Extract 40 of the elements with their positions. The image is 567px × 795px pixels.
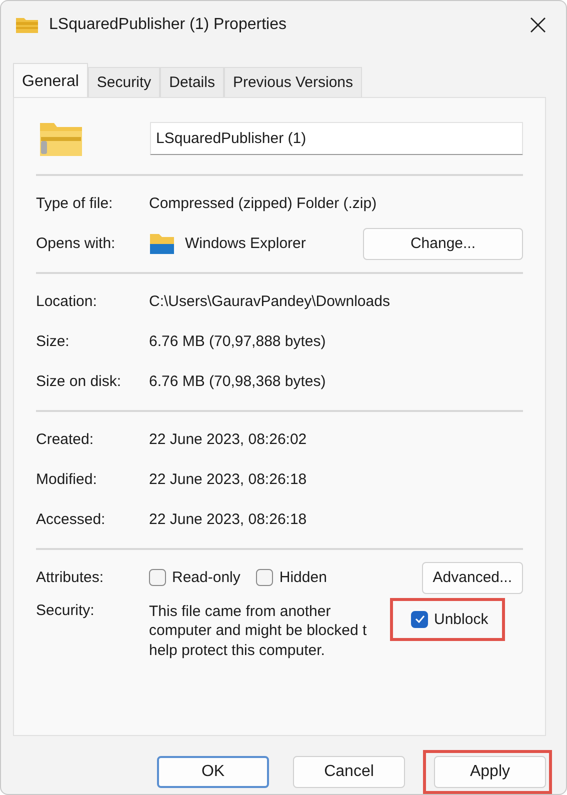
field-value: 22 June 2023, 08:26:18 (149, 511, 307, 528)
checkbox-label: Unblock (434, 610, 488, 628)
dialog-button[interactable]: Apply (434, 756, 546, 788)
field-label: Size on disk: (36, 373, 122, 390)
field-label: Size: (36, 333, 70, 350)
checkbox[interactable] (411, 610, 428, 628)
zip-folder-icon (38, 120, 84, 157)
field-label: Type of file: (36, 195, 114, 212)
checkbox[interactable] (149, 569, 166, 586)
field-value: Compressed (zipped) Folder (.zip) (149, 195, 377, 212)
file-name-field[interactable]: LSquaredPublisher (1) (150, 122, 523, 156)
field-label: Security: (36, 602, 96, 619)
security-message: This file came from another computer and might be blocked t help protect this computer. (149, 602, 368, 660)
tab[interactable]: Previous Versions (224, 66, 362, 97)
field-label: Attributes: (36, 569, 105, 586)
close-icon[interactable] (530, 16, 546, 33)
field-value: C:\Users\GauravPandey\Downloads (149, 293, 390, 310)
checkbox-label: Read-only (172, 569, 240, 586)
field-label: Modified: (36, 471, 98, 488)
dialog-button[interactable]: OK (157, 756, 269, 788)
checkmark-icon (414, 613, 426, 626)
checkbox[interactable] (256, 569, 274, 586)
change-button[interactable]: Change... (363, 228, 523, 260)
field-value: 6.76 MB (70,98,368 bytes) (149, 373, 326, 390)
tab[interactable]: General (13, 62, 88, 97)
field-value: Windows Explorer (185, 235, 306, 252)
tab[interactable]: Security (88, 66, 160, 97)
folder-icon (149, 232, 175, 255)
tab[interactable]: Details (160, 66, 224, 97)
field-value: 6.76 MB (70,97,888 bytes) (149, 333, 326, 350)
dialog-button[interactable]: Cancel (293, 756, 405, 788)
advanced-button[interactable]: Advanced... (422, 562, 523, 594)
field-label: Created: (36, 431, 95, 448)
window-title: LSquaredPublisher (1) Properties (49, 16, 288, 34)
field-value: 22 June 2023, 08:26:02 (149, 431, 307, 448)
field-value: 22 June 2023, 08:26:18 (149, 471, 307, 488)
field-label: Location: (36, 293, 98, 310)
checkbox-label: Hidden (279, 569, 327, 586)
field-label: Opens with: (36, 235, 116, 252)
field-label: Accessed: (36, 511, 106, 528)
